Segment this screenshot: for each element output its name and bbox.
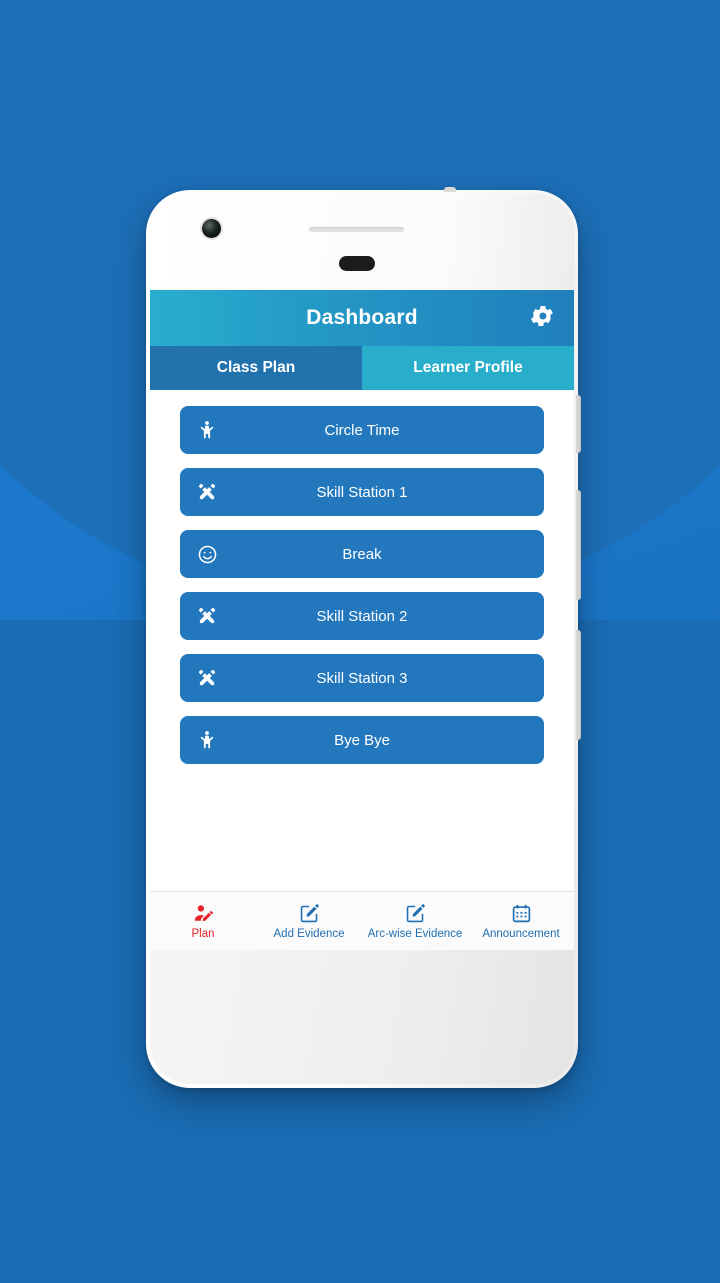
nav-item-plan[interactable]: Plan <box>150 903 256 940</box>
earpiece-speaker <box>309 227 404 232</box>
pencil-ruler-icon <box>196 605 218 627</box>
nav-item-plan-label: Plan <box>191 927 215 940</box>
screenshot-canvas: Dashboard Class Plan Learner Profile Cir… <box>0 0 720 1283</box>
child-raised-arms-icon <box>196 729 218 751</box>
phone-bottom-bezel <box>150 950 574 1084</box>
gear-icon <box>530 304 554 333</box>
pencil-ruler-icon <box>196 667 218 689</box>
page-title: Dashboard <box>306 306 418 329</box>
calendar-icon <box>510 903 532 925</box>
list-item[interactable]: Skill Station 3 <box>180 654 544 702</box>
phone-side-button-power <box>576 395 581 453</box>
nav-item-arc-wise-evidence-label: Arc-wise Evidence <box>367 927 463 940</box>
tab-class-plan[interactable]: Class Plan <box>150 346 362 390</box>
nav-item-add-evidence-label: Add Evidence <box>273 927 345 940</box>
list-item[interactable]: Circle Time <box>180 406 544 454</box>
list-item-label: Skill Station 3 <box>316 669 408 687</box>
note-pencil-icon <box>404 903 426 925</box>
list-item-label: Circle Time <box>324 421 400 439</box>
settings-button[interactable] <box>528 304 556 332</box>
list-item[interactable]: Bye Bye <box>180 716 544 764</box>
tab-learner-profile-label: Learner Profile <box>413 359 523 376</box>
phone-device-mockup: Dashboard Class Plan Learner Profile Cir… <box>146 187 581 1088</box>
app-header-bar: Dashboard <box>150 290 574 346</box>
bottom-navigation-bar: Plan Add Evidence Arc-wise Evidence Anno… <box>150 892 574 950</box>
tab-learner-profile[interactable]: Learner Profile <box>362 346 574 390</box>
phone-side-button-volume-up <box>576 490 581 600</box>
child-raised-arms-icon <box>196 419 218 441</box>
smiley-face-icon <box>196 543 218 565</box>
front-camera-icon <box>202 219 221 238</box>
list-item-label: Skill Station 2 <box>316 607 408 625</box>
phone-top-button <box>444 187 456 192</box>
phone-side-button-volume-down <box>576 630 581 740</box>
tab-class-plan-label: Class Plan <box>216 359 296 376</box>
list-item-label: Skill Station 1 <box>316 483 408 501</box>
list-item-label: Break <box>342 545 382 563</box>
list-item[interactable]: Break <box>180 530 544 578</box>
nav-item-announcement[interactable]: Announcement <box>468 903 574 940</box>
user-edit-icon <box>192 903 214 925</box>
tab-bar: Class Plan Learner Profile <box>150 346 574 390</box>
pencil-ruler-icon <box>196 481 218 503</box>
class-plan-list: Circle Time Skill Station 1 Break Skill … <box>150 390 574 860</box>
app-screen: Dashboard Class Plan Learner Profile Cir… <box>150 290 574 950</box>
nav-item-arc-wise-evidence[interactable]: Arc-wise Evidence <box>362 903 468 940</box>
list-item[interactable]: Skill Station 1 <box>180 468 544 516</box>
nav-item-add-evidence[interactable]: Add Evidence <box>256 903 362 940</box>
list-item[interactable]: Skill Station 2 <box>180 592 544 640</box>
sensor-pill <box>339 256 375 271</box>
note-pencil-icon <box>298 903 320 925</box>
nav-item-announcement-label: Announcement <box>482 927 560 940</box>
list-item-label: Bye Bye <box>334 731 390 749</box>
